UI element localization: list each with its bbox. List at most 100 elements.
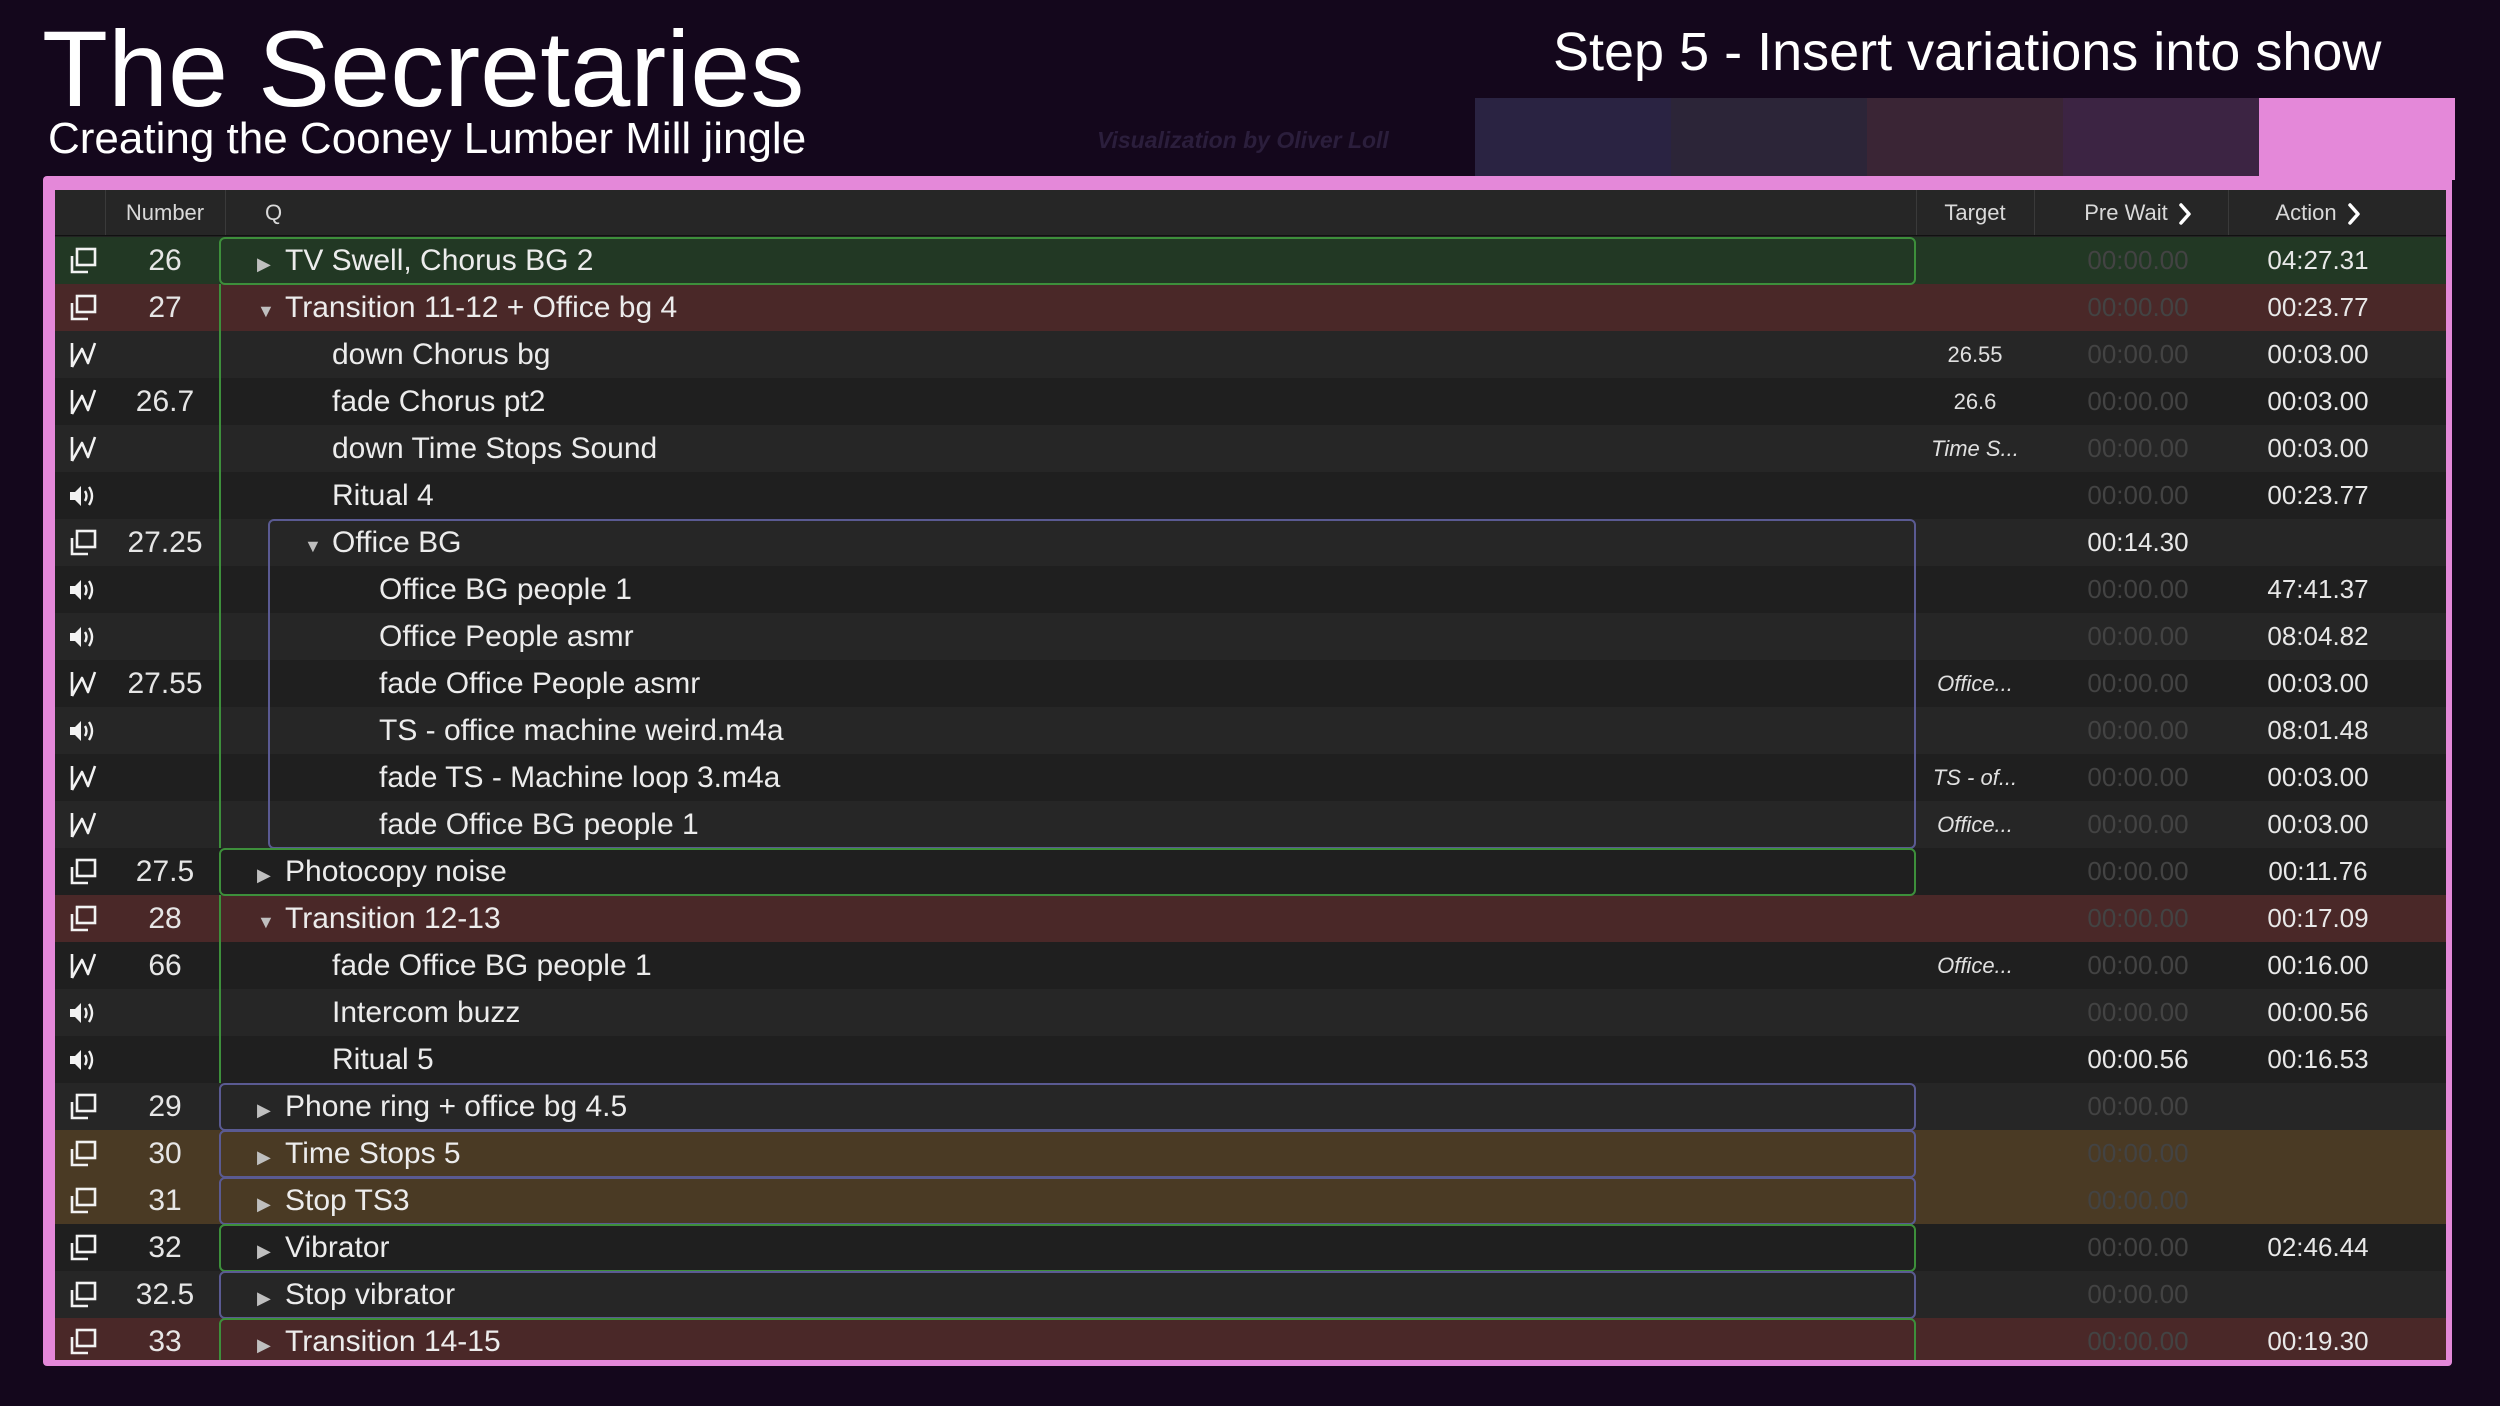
cue-target bbox=[1916, 1083, 2034, 1130]
cue-name[interactable]: fade TS - Machine loop 3.m4a bbox=[379, 754, 780, 801]
cue-row[interactable]: down Time Stops Sound Time S... 00:00.00 00… bbox=[55, 425, 2446, 472]
cue-target: TS - of... bbox=[1932, 765, 2018, 790]
cue-action-duration bbox=[2228, 1130, 2408, 1177]
cue-row[interactable]: fade TS - Machine loop 3.m4a TS - of... 00… bbox=[55, 754, 2446, 801]
cue-name[interactable]: fade Office BG people 1 bbox=[332, 942, 652, 989]
disclosure-triangle-down-icon[interactable]: ▼ bbox=[257, 288, 285, 335]
cue-name[interactable]: Office BG people 1 bbox=[379, 566, 632, 613]
cue-name[interactable]: Intercom buzz bbox=[332, 989, 520, 1036]
cue-row[interactable]: 26 ▶ TV Swell, Chorus BG 2 00:00.00 04:27.31 bbox=[55, 237, 2446, 284]
column-header-action[interactable]: Action bbox=[2228, 190, 2408, 235]
cue-name[interactable]: fade Chorus pt2 bbox=[332, 378, 545, 425]
cue-row[interactable]: 32 ▶ Vibrator 00:00.00 02:46.44 bbox=[55, 1224, 2446, 1271]
cue-row[interactable]: 31 ▶ Stop TS3 00:00.00 bbox=[55, 1177, 2446, 1224]
cue-target bbox=[1916, 472, 2034, 519]
fade-icon bbox=[70, 342, 97, 368]
cue-name[interactable]: ▶ Stop TS3 bbox=[257, 1177, 410, 1224]
cue-row[interactable]: Office People asmr 00:00.00 08:04.82 bbox=[55, 613, 2446, 660]
cue-row[interactable]: 27 ▼ Transition 11-12 + Office bg 4 00:00.0… bbox=[55, 284, 2446, 331]
cue-row[interactable]: down Chorus bg 26.55 00:00.00 00:03.00 bbox=[55, 331, 2446, 378]
cue-number: 33 bbox=[148, 1325, 182, 1358]
column-header-target[interactable]: Target bbox=[1916, 190, 2034, 235]
cue-pre-wait: 00:00.00 bbox=[2087, 668, 2189, 698]
cue-action-duration: 02:46.44 bbox=[2267, 1232, 2369, 1262]
column-header-pre-wait[interactable]: Pre Wait bbox=[2048, 190, 2228, 235]
cue-name[interactable]: down Chorus bg bbox=[332, 331, 550, 378]
column-header-number[interactable]: Number bbox=[105, 190, 225, 235]
cue-name[interactable]: ▶ Photocopy noise bbox=[257, 848, 507, 895]
cue-name-text: Vibrator bbox=[285, 1231, 390, 1264]
cue-action-duration: 00:03.00 bbox=[2267, 809, 2369, 839]
disclosure-triangle-right-icon[interactable]: ▶ bbox=[257, 852, 285, 899]
cue-name[interactable]: ▼ Transition 12-13 bbox=[257, 895, 501, 942]
group-icon bbox=[61, 895, 105, 942]
cue-name[interactable]: ▶ Vibrator bbox=[257, 1224, 390, 1271]
cue-name[interactable]: ▶ Time Stops 5 bbox=[257, 1130, 461, 1177]
cue-name-text: down Chorus bg bbox=[332, 338, 551, 371]
cue-name-text: fade Office People asmr bbox=[379, 667, 701, 700]
cue-number bbox=[110, 566, 220, 613]
cue-name[interactable]: Ritual 4 bbox=[332, 472, 434, 519]
disclosure-triangle-right-icon[interactable]: ▶ bbox=[257, 1087, 285, 1134]
fade-icon bbox=[70, 953, 97, 979]
cue-number: 27.55 bbox=[127, 667, 203, 700]
cue-row[interactable]: 27.25 ▼ Office BG 00:14.30 bbox=[55, 519, 2446, 566]
cue-pre-wait: 00:00.00 bbox=[2087, 386, 2189, 416]
cue-row[interactable]: 27.5 ▶ Photocopy noise 00:00.00 00:11.76 bbox=[55, 848, 2446, 895]
cue-name[interactable]: ▶ TV Swell, Chorus BG 2 bbox=[257, 237, 593, 284]
cue-row[interactable]: Ritual 5 00:00.56 00:16.53 bbox=[55, 1036, 2446, 1083]
cue-name[interactable]: ▶ Transition 14-15 bbox=[257, 1318, 501, 1360]
disclosure-triangle-right-icon[interactable]: ▶ bbox=[257, 1181, 285, 1228]
column-header-q[interactable]: Q bbox=[265, 190, 282, 235]
cue-pre-wait: 00:00.00 bbox=[2087, 292, 2189, 322]
cue-name[interactable]: fade Office People asmr bbox=[379, 660, 700, 707]
cue-row[interactable]: 27.55 fade Office People asmr Office... 00:… bbox=[55, 660, 2446, 707]
cue-row[interactable]: Ritual 4 00:00.00 00:23.77 bbox=[55, 472, 2446, 519]
cue-row[interactable]: TS - office machine weird.m4a 00:00.00 08:… bbox=[55, 707, 2446, 754]
group-icon bbox=[70, 1093, 97, 1119]
cue-row[interactable]: 32.5 ▶ Stop vibrator 00:00.00 bbox=[55, 1271, 2446, 1318]
cue-row[interactable]: 30 ▶ Time Stops 5 00:00.00 bbox=[55, 1130, 2446, 1177]
audio-icon bbox=[70, 720, 94, 741]
disclosure-triangle-right-icon[interactable]: ▶ bbox=[257, 1275, 285, 1322]
group-icon bbox=[61, 1224, 105, 1271]
disclosure-triangle-right-icon[interactable]: ▶ bbox=[257, 1134, 285, 1181]
fade-icon bbox=[61, 425, 105, 472]
cue-target bbox=[1916, 1177, 2034, 1224]
disclosure-triangle-down-icon[interactable]: ▼ bbox=[257, 899, 285, 946]
cue-name[interactable]: ▶ Phone ring + office bg 4.5 bbox=[257, 1083, 627, 1130]
cue-pre-wait: 00:00.00 bbox=[2087, 480, 2189, 510]
group-icon bbox=[61, 1318, 105, 1360]
cue-name[interactable]: Office People asmr bbox=[379, 613, 634, 660]
cue-target bbox=[1916, 989, 2034, 1036]
color-swatches bbox=[1475, 98, 2259, 178]
cue-name-text: down Time Stops Sound bbox=[332, 432, 658, 465]
cue-target bbox=[1916, 1318, 2034, 1360]
disclosure-triangle-right-icon[interactable]: ▶ bbox=[257, 1322, 285, 1360]
cue-name[interactable]: fade Office BG people 1 bbox=[379, 801, 699, 848]
cue-row[interactable]: 66 fade Office BG people 1 Office... 00:00.… bbox=[55, 942, 2446, 989]
cue-name[interactable]: ▼ Transition 11-12 + Office bg 4 bbox=[257, 284, 677, 331]
cue-row[interactable]: 28 ▼ Transition 12-13 00:00.00 00:17.09 bbox=[55, 895, 2446, 942]
disclosure-triangle-right-icon[interactable]: ▶ bbox=[257, 1228, 285, 1275]
action-label: Action bbox=[2275, 200, 2337, 225]
cue-target bbox=[1916, 566, 2034, 613]
cue-row[interactable]: Intercom buzz 00:00.00 00:00.56 bbox=[55, 989, 2446, 1036]
cue-name[interactable]: down Time Stops Sound bbox=[332, 425, 657, 472]
cue-name[interactable]: ▶ Stop vibrator bbox=[257, 1271, 455, 1318]
cue-target bbox=[1916, 1271, 2034, 1318]
cue-row[interactable]: 26.7 fade Chorus pt2 26.6 00:00.00 00:03.00 bbox=[55, 378, 2446, 425]
disclosure-triangle-right-icon[interactable]: ▶ bbox=[257, 241, 285, 288]
cue-name-text: Intercom buzz bbox=[332, 996, 521, 1029]
cue-row[interactable]: 33 ▶ Transition 14-15 00:00.00 00:19.30 bbox=[55, 1318, 2446, 1360]
cue-name[interactable]: TS - office machine weird.m4a bbox=[379, 707, 784, 754]
cue-row[interactable]: fade Office BG people 1 Office... 00:00.00… bbox=[55, 801, 2446, 848]
cue-row[interactable]: 29 ▶ Phone ring + office bg 4.5 00:00.00 bbox=[55, 1083, 2446, 1130]
disclosure-triangle-down-icon[interactable]: ▼ bbox=[304, 523, 332, 570]
cue-name[interactable]: Ritual 5 bbox=[332, 1036, 434, 1083]
cue-row[interactable]: Office BG people 1 00:00.00 47:41.37 bbox=[55, 566, 2446, 613]
cue-action-duration: 08:04.82 bbox=[2267, 621, 2369, 651]
group-icon bbox=[61, 848, 105, 895]
cue-name-text: Stop TS3 bbox=[285, 1184, 410, 1217]
cue-name[interactable]: ▼ Office BG bbox=[304, 519, 462, 566]
